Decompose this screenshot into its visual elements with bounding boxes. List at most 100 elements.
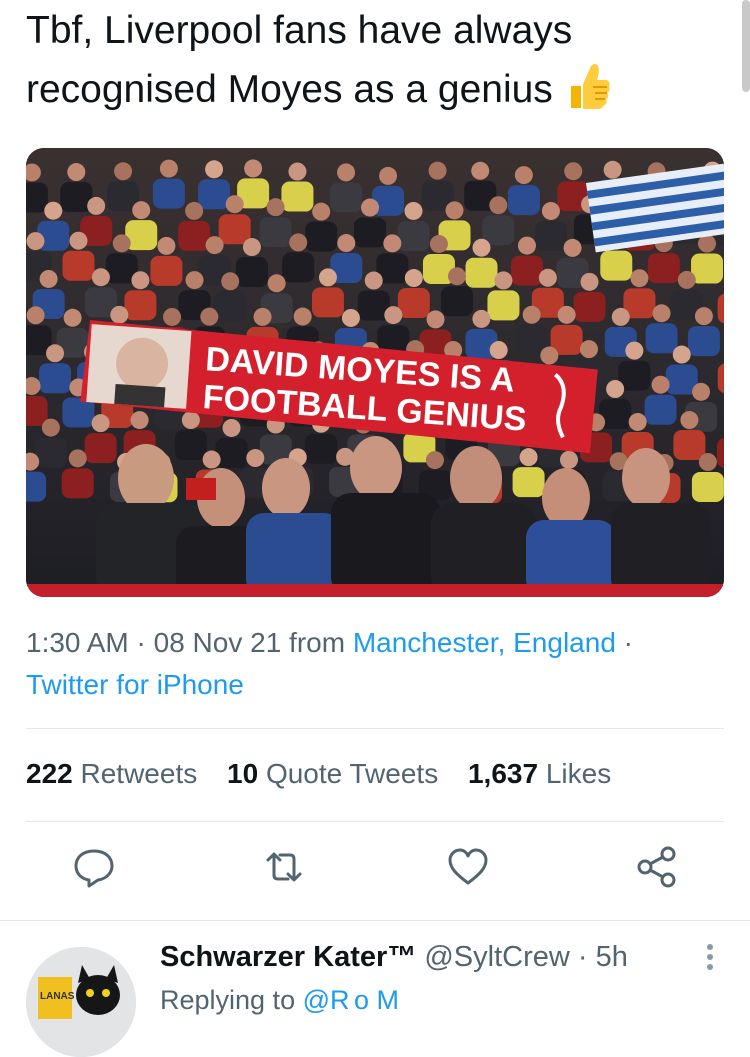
divider: [26, 728, 724, 729]
crowd-head: [342, 309, 360, 327]
tweet-date: 08 Nov 21: [154, 627, 282, 658]
crowd-body: [62, 468, 94, 498]
crowd-body: [466, 258, 498, 288]
retweet-button[interactable]: [262, 845, 306, 889]
action-bar: [0, 845, 750, 897]
tweet-text: Tbf, Liverpool fans have always recognis…: [26, 2, 716, 119]
crowd-head: [182, 411, 200, 429]
crowd-head: [494, 271, 512, 289]
crowd-head: [46, 344, 64, 362]
replying-mention[interactable]: @R o M: [303, 985, 399, 1015]
crowd-body: [691, 254, 723, 284]
crowd-head: [405, 269, 423, 287]
crowd-head: [446, 201, 464, 219]
crowd-head: [560, 451, 578, 469]
crowd-body: [645, 395, 677, 425]
crowd-head: [426, 451, 444, 469]
cat-avatar-image: LANAS: [26, 947, 136, 1057]
likes-count: 1,637: [468, 758, 538, 789]
crowd-head: [489, 196, 507, 214]
crowd-head: [361, 199, 379, 217]
replying-to: Replying to @R o M: [160, 985, 399, 1016]
crowd-head: [430, 235, 448, 253]
reply-button[interactable]: [72, 845, 116, 889]
crowd-head: [131, 271, 149, 289]
reply-separator: ·: [578, 941, 588, 973]
share-icon: [635, 845, 679, 889]
crowd-body: [574, 292, 606, 322]
crowd-head: [244, 159, 262, 177]
crowd-head: [515, 166, 533, 184]
crowd-body: [26, 182, 48, 212]
crowd-head: [221, 272, 239, 290]
crowd-body: [35, 438, 67, 468]
crowd-head: [114, 162, 132, 180]
avatar[interactable]: LANAS: [26, 947, 136, 1057]
crowd-head: [699, 453, 717, 471]
crowd-body: [688, 326, 720, 356]
crowd-head: [206, 236, 224, 254]
crowd-head: [606, 380, 624, 398]
reply-author-name[interactable]: Schwarzer Kater™: [160, 941, 416, 973]
reply-icon: [72, 845, 116, 889]
crowd-body: [124, 290, 156, 320]
crowd-head: [289, 233, 307, 251]
crowd-head: [448, 267, 466, 285]
location-link[interactable]: Manchester, England: [353, 627, 616, 658]
scrollbar[interactable]: [742, 0, 750, 92]
tweet-stats: 222 Retweets 10 Quote Tweets 1,637 Likes: [26, 752, 633, 796]
crowd-head: [319, 268, 337, 286]
retweets-stat[interactable]: 222 Retweets: [26, 758, 197, 789]
tweet-image[interactable]: DAVID MOYES IS A FOOTBALL GENIUS: [26, 148, 724, 597]
likes-label: Likes: [546, 758, 611, 789]
crowd-body: [219, 214, 251, 244]
crowd-head: [383, 234, 401, 252]
crowd-head: [625, 342, 643, 360]
crowd-head: [520, 448, 538, 466]
crowd-body: [648, 253, 680, 283]
crowd-head: [200, 308, 218, 326]
crowd-head: [384, 306, 402, 324]
share-button[interactable]: [635, 845, 679, 889]
crowd-body: [62, 251, 94, 281]
crowd-head: [203, 451, 221, 469]
crowd-head: [27, 306, 45, 324]
crowd-body: [281, 182, 313, 212]
source-link[interactable]: Twitter for iPhone: [26, 669, 244, 700]
more-options-button[interactable]: [700, 939, 720, 979]
crowd-head: [539, 269, 557, 287]
reply-author-handle[interactable]: @SyltCrew: [424, 941, 569, 973]
crowd-head: [404, 202, 422, 220]
likes-stat[interactable]: 1,637 Likes: [468, 758, 611, 789]
crowd-head: [692, 383, 710, 401]
crowd-body: [214, 291, 246, 321]
crowd-head: [92, 268, 110, 286]
crowd-head: [629, 413, 647, 431]
crowd-body: [511, 256, 543, 286]
crowd-body: [398, 288, 430, 318]
quotes-stat[interactable]: 10 Quote Tweets: [227, 758, 438, 789]
like-button[interactable]: [446, 845, 490, 889]
crowd-head: [337, 163, 355, 181]
crowd-head: [312, 203, 330, 221]
crowd-head: [223, 419, 241, 437]
crowd-body: [513, 467, 545, 497]
crowd-head: [337, 234, 355, 252]
crowd-head: [87, 197, 105, 215]
quotes-label: Quote Tweets: [266, 758, 438, 789]
reply-tweet[interactable]: LANAS Schwarzer Kater™ @SyltCrew · 5h Re…: [0, 921, 750, 1000]
crowd-head: [246, 449, 264, 467]
crowd-head: [113, 234, 131, 252]
crowd-body: [85, 433, 117, 463]
crowd-photo: DAVID MOYES IS A FOOTBALL GENIUS: [26, 148, 724, 597]
crowd-head: [473, 239, 491, 257]
crowd-body: [718, 363, 724, 393]
crowd-head: [132, 201, 150, 219]
crowd-body: [216, 438, 248, 468]
crowd-head: [695, 307, 713, 325]
crowd-body: [718, 294, 724, 324]
crowd-head: [580, 340, 598, 358]
crowd-head: [680, 411, 698, 429]
retweets-label: Retweets: [81, 758, 198, 789]
crowd-head: [67, 163, 85, 181]
